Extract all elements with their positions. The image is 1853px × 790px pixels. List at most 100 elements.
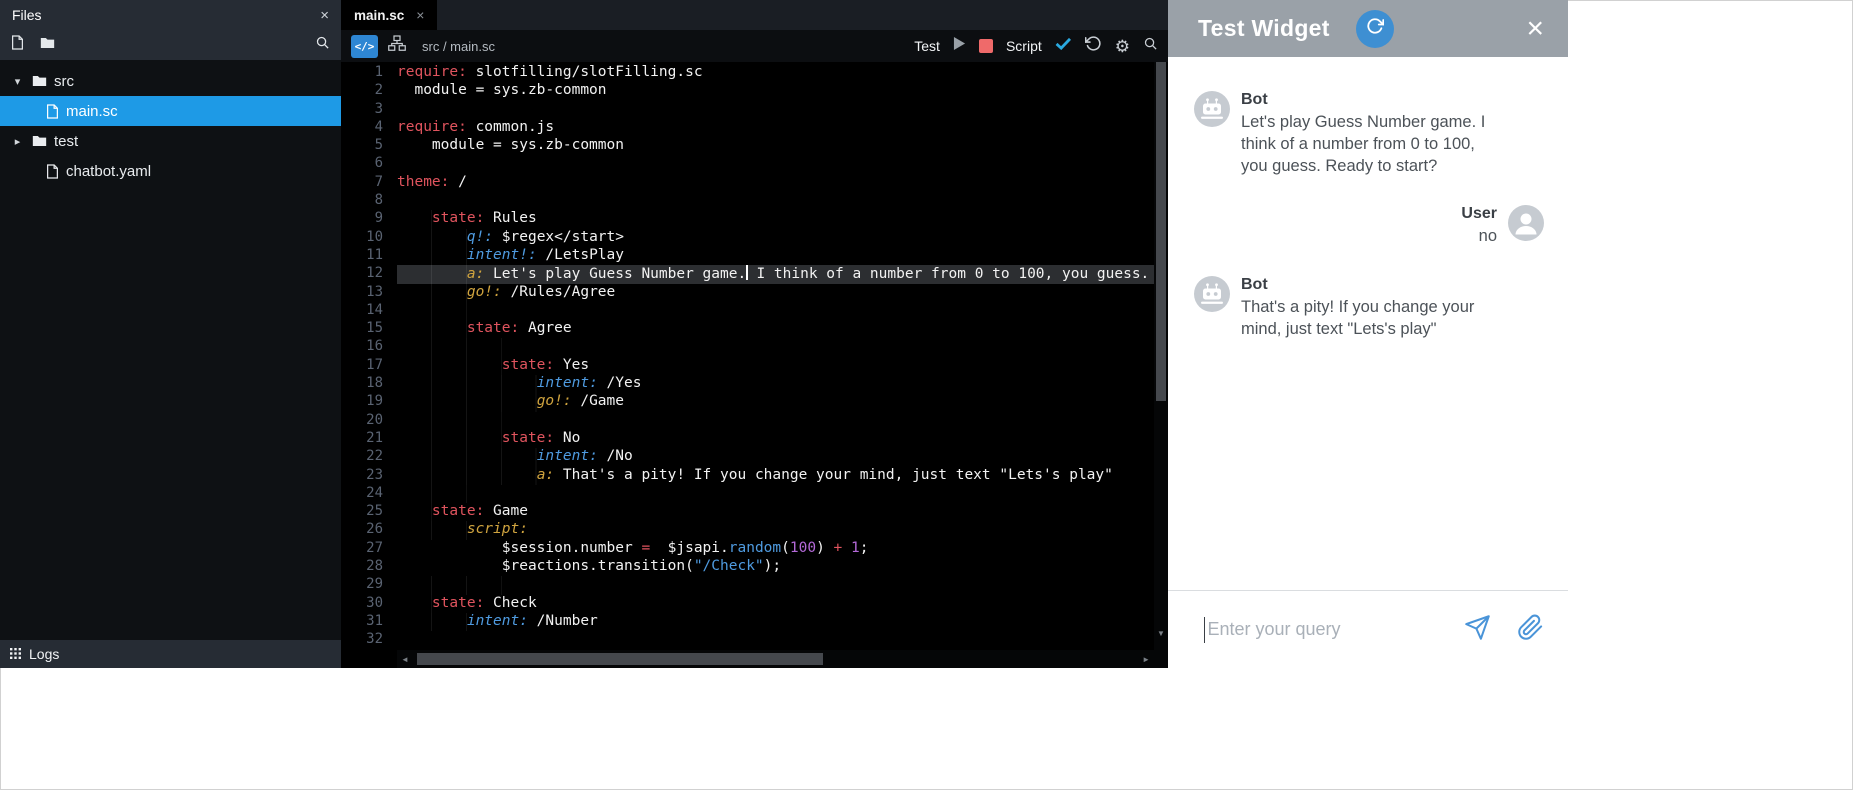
bot-message: BotThat's a pity! If you change your min… (1194, 276, 1544, 341)
line-number: 19 (341, 393, 397, 411)
code-line-22[interactable]: intent: /No (397, 448, 1154, 466)
logs-bar[interactable]: Logs (0, 640, 341, 668)
chevron-right-icon[interactable]: ▸ (10, 135, 25, 148)
code-line-10[interactable]: q!: $regex</start> (397, 229, 1154, 247)
line-number: 30 (341, 595, 397, 613)
horizontal-scrollbar[interactable]: ◄ ► (397, 650, 1154, 668)
settings-button[interactable]: ⚙ (1115, 38, 1130, 55)
code-line-32[interactable] (397, 631, 1154, 649)
code-line-2[interactable]: module = sys.zb-common (397, 82, 1154, 100)
code-line-16[interactable] (397, 338, 1154, 356)
code-line-20[interactable] (397, 412, 1154, 430)
tree-item-src[interactable]: ▾src (0, 66, 341, 96)
paperclip-icon (1517, 614, 1544, 646)
file-icon (46, 164, 59, 179)
chevron-down-icon[interactable]: ▾ (10, 75, 25, 88)
code-line-9[interactable]: state: Rules (397, 210, 1154, 228)
search-icon (1143, 36, 1158, 56)
code-line-14[interactable] (397, 302, 1154, 320)
new-folder-button[interactable] (40, 36, 55, 54)
code-line-25[interactable]: state: Game (397, 503, 1154, 521)
horizontal-scrollbar-thumb[interactable] (417, 653, 823, 665)
visual-editor-button[interactable] (388, 35, 406, 57)
tab-close-icon[interactable]: × (416, 7, 424, 23)
tree-item-label: chatbot.yaml (66, 163, 151, 180)
widget-close-button[interactable]: × (1526, 14, 1544, 44)
line-number: 31 (341, 613, 397, 631)
code-line-19[interactable]: go!: /Game (397, 393, 1154, 411)
input-caret (1204, 617, 1205, 643)
line-number: 17 (341, 357, 397, 375)
code-line-11[interactable]: intent!: /LetsPlay (397, 247, 1154, 265)
new-folder-icon (40, 36, 55, 54)
attach-button[interactable] (1517, 614, 1544, 646)
code-line-17[interactable]: state: Yes (397, 357, 1154, 375)
line-number: 16 (341, 338, 397, 356)
code-line-5[interactable]: module = sys.zb-common (397, 137, 1154, 155)
validate-button[interactable] (1055, 37, 1072, 55)
code-line-31[interactable]: intent: /Number (397, 613, 1154, 631)
line-number: 6 (341, 155, 397, 173)
horizontal-scrollbar-track[interactable] (413, 650, 1138, 668)
tab-bar: main.sc × (341, 0, 1168, 30)
editor-search-button[interactable] (1143, 36, 1158, 56)
code-line-7[interactable]: theme: / (397, 174, 1154, 192)
code-line-1[interactable]: require: slotfilling/slotFilling.sc (397, 64, 1154, 82)
line-number: 10 (341, 229, 397, 247)
code-line-27[interactable]: $session.number = $jsapi.random(100) + 1… (397, 540, 1154, 558)
line-number: 7 (341, 174, 397, 192)
code-line-4[interactable]: require: common.js (397, 119, 1154, 137)
chat-messages: BotLet's play Guess Number game. I think… (1168, 57, 1568, 590)
code-line-30[interactable]: state: Check (397, 595, 1154, 613)
code-editor[interactable]: 1234567891011121314151617181920212223242… (341, 62, 1168, 668)
line-number: 20 (341, 412, 397, 430)
code-line-23[interactable]: a: That's a pity! If you change your min… (397, 467, 1154, 485)
code-line-6[interactable] (397, 155, 1154, 173)
scroll-left-icon[interactable]: ◄ (397, 655, 413, 664)
scroll-down-icon[interactable]: ▼ (1154, 629, 1168, 638)
vertical-scrollbar-thumb[interactable] (1156, 62, 1166, 401)
code-line-8[interactable] (397, 192, 1154, 210)
scroll-right-icon[interactable]: ► (1138, 655, 1154, 664)
line-number: 8 (341, 192, 397, 210)
code-line-24[interactable] (397, 485, 1154, 503)
line-number: 1 (341, 64, 397, 82)
tab-main-sc[interactable]: main.sc × (341, 0, 437, 30)
line-number: 28 (341, 558, 397, 576)
tab-label: main.sc (354, 8, 404, 23)
run-test-button[interactable] (953, 36, 966, 56)
line-number: 2 (341, 82, 397, 100)
line-number: 22 (341, 448, 397, 466)
code-line-12[interactable]: a: Let's play Guess Number game. I think… (397, 265, 1154, 283)
files-search-button[interactable] (315, 35, 330, 55)
code-line-29[interactable] (397, 576, 1154, 594)
line-number: 3 (341, 101, 397, 119)
query-input[interactable] (1207, 619, 1438, 640)
code-line-28[interactable]: $reactions.transition("/Check"); (397, 558, 1154, 576)
bot-avatar (1194, 276, 1230, 312)
send-button[interactable] (1464, 614, 1491, 646)
tree-item-main.sc[interactable]: main.sc (0, 96, 341, 126)
code-view-button[interactable]: </> (351, 35, 378, 58)
code-line-26[interactable]: script: (397, 521, 1154, 539)
revert-button[interactable] (1085, 35, 1102, 57)
new-file-button[interactable] (11, 35, 24, 55)
message-text: no (1461, 226, 1497, 248)
code-line-15[interactable]: state: Agree (397, 320, 1154, 338)
stop-button[interactable] (979, 39, 993, 53)
tree-item-chatbot.yaml[interactable]: chatbot.yaml (0, 156, 341, 186)
files-close-button[interactable]: × (320, 7, 329, 24)
code-line-21[interactable]: state: No (397, 430, 1154, 448)
message-text: Let's play Guess Number game. I think of… (1241, 112, 1491, 177)
stop-icon (979, 39, 993, 53)
code-line-13[interactable]: go!: /Rules/Agree (397, 284, 1154, 302)
code-lines[interactable]: require: slotfilling/slotFilling.sc modu… (397, 62, 1154, 668)
widget-refresh-button[interactable] (1356, 10, 1394, 48)
code-line-3[interactable] (397, 101, 1154, 119)
code-line-18[interactable]: intent: /Yes (397, 375, 1154, 393)
files-panel-title: Files (12, 7, 42, 23)
vertical-scrollbar[interactable]: ▼ (1154, 62, 1168, 668)
tree-item-test[interactable]: ▸test (0, 126, 341, 156)
undo-icon (1085, 35, 1102, 57)
logs-label: Logs (29, 646, 59, 662)
